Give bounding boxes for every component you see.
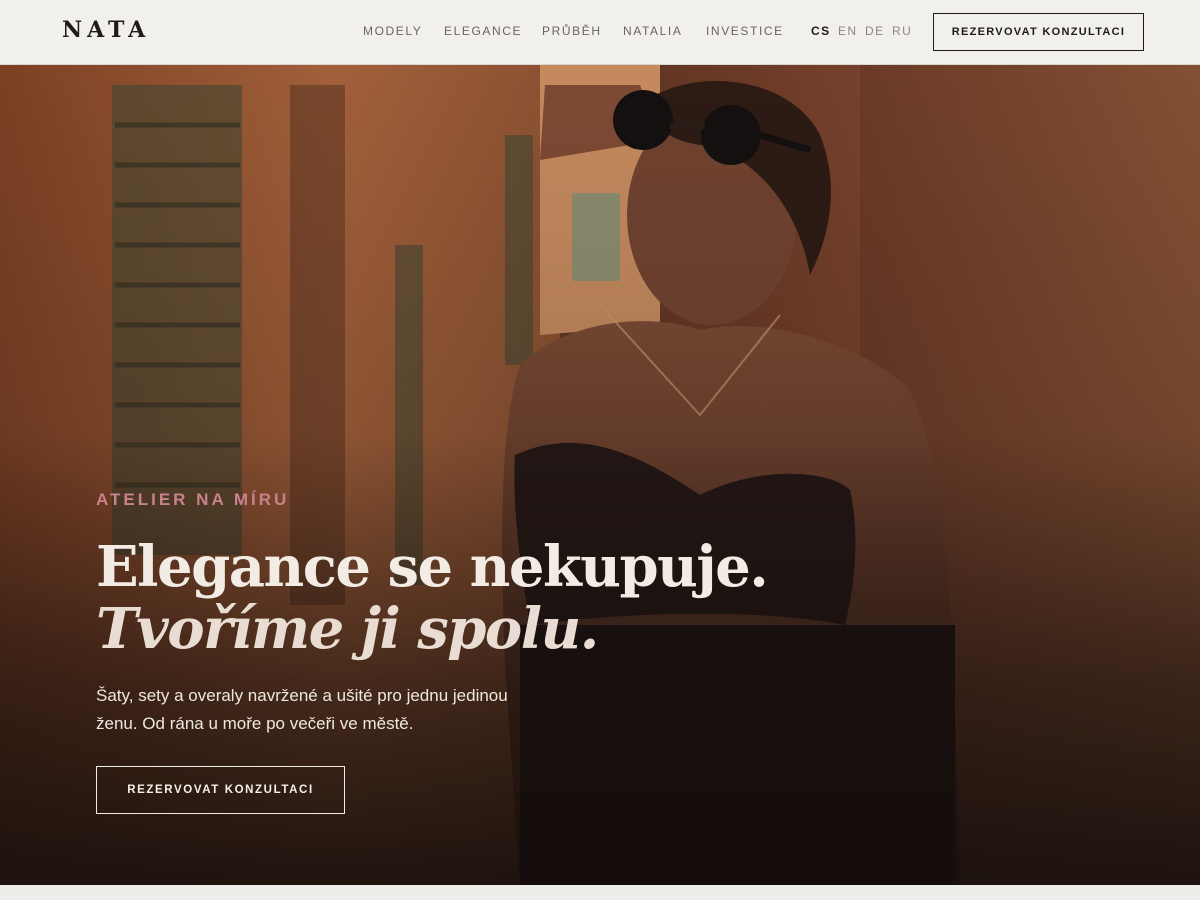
hero-lead: Šaty, sety a overaly navržené a ušité pr… [96,686,508,733]
lang-de[interactable]: DE [865,24,884,38]
hero-headline-line-2: Tvoříme ji spolu. [96,596,599,662]
hero-headline-line-1: Elegance se nekupuje. [96,534,769,600]
hero-headline: Elegance se nekupuje. Tvoříme ji spolu. [96,536,796,660]
book-consultation-header-button[interactable]: REZERVOVAT KONZULTACI [933,13,1144,51]
lang-en[interactable]: EN [838,24,857,38]
hero-section: ATELIER NA MÍRU Elegance se nekupuje. Tv… [0,65,1200,885]
page-bottom-strip [0,885,1200,900]
lang-cs[interactable]: CS [811,24,830,38]
book-consultation-hero-button[interactable]: REZERVOVAT KONZULTACI [96,766,345,814]
site-header: NATA MODELY ELEGANCE PRŮBĚH NATALIA INVE… [0,0,1200,65]
lang-ru[interactable]: RU [892,24,912,38]
hero-content: ATELIER NA MÍRU Elegance se nekupuje. Tv… [96,490,796,814]
hero-eyebrow: ATELIER NA MÍRU [96,490,290,509]
